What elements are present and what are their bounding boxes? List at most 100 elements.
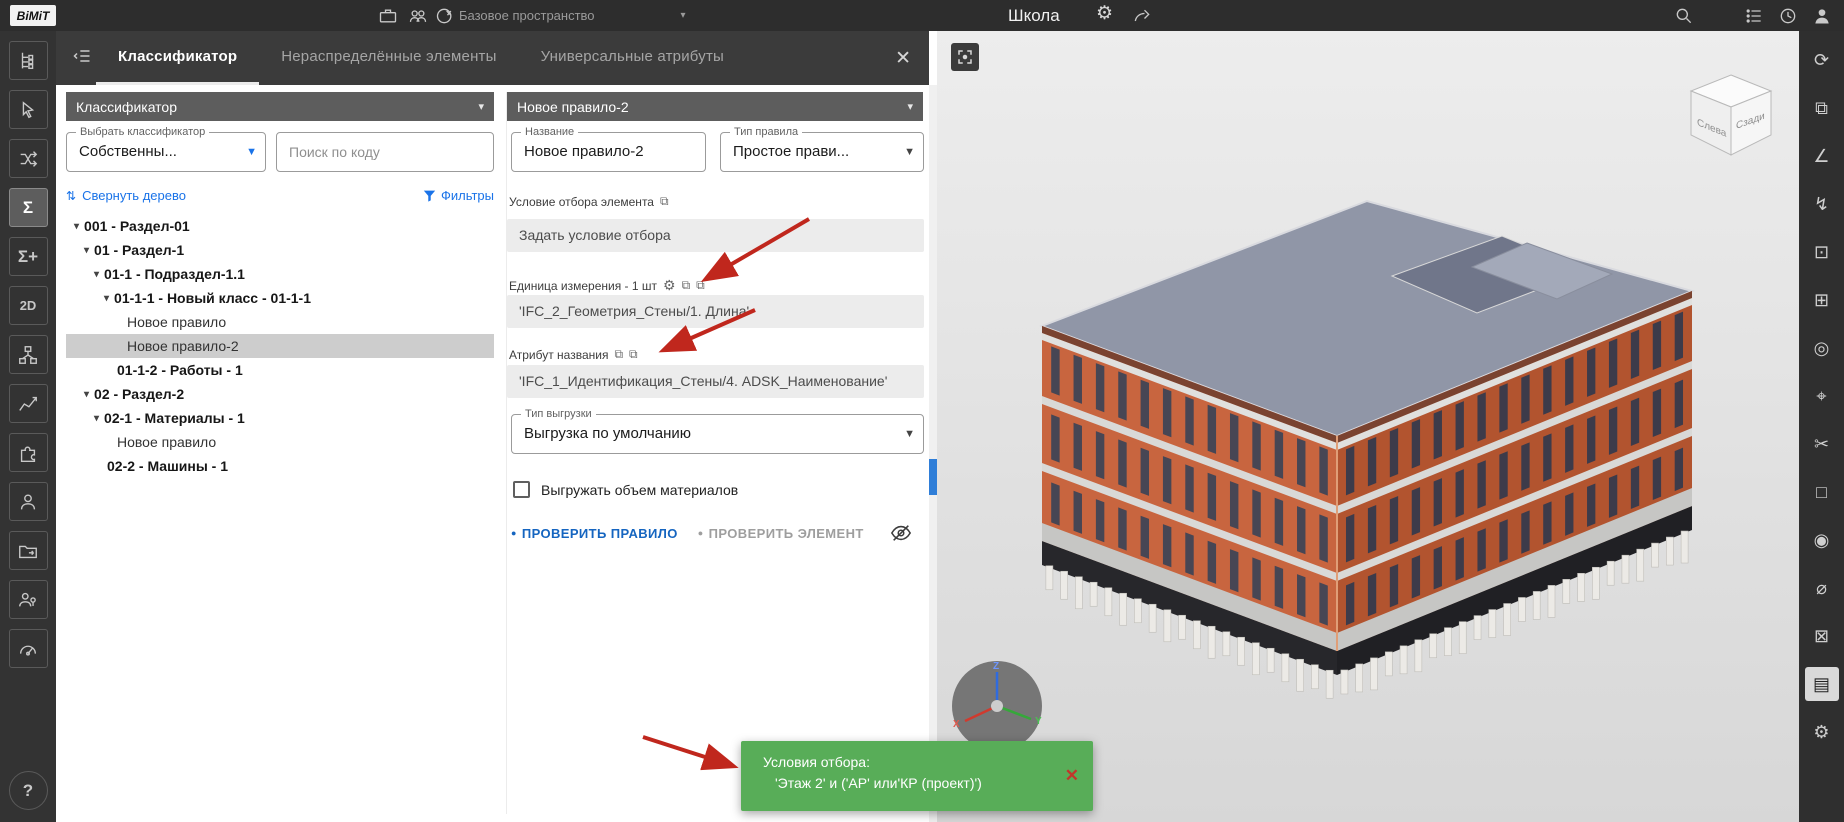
tree-item[interactable]: 02-2 - Машины - 1 [66, 454, 494, 478]
tool-bounds-icon[interactable]: □ [1805, 475, 1839, 509]
attribute-field[interactable]: 'IFC_1_Идентификация_Стены/4. ADSK_Наиме… [507, 365, 924, 398]
users-icon[interactable] [406, 4, 430, 28]
top-bar: BiMiT Базовое пространство ▾ Школа ⚙ [0, 0, 1844, 31]
filter-funnel-icon [423, 189, 436, 202]
paste-icon[interactable]: ⧉ [629, 347, 638, 362]
tool-show-icon[interactable]: ◉ [1805, 523, 1839, 557]
dashboard-gauge-icon[interactable] [9, 629, 48, 668]
menu-list-icon[interactable] [1742, 4, 1766, 28]
collapse-tree-button[interactable]: ⇅ Свернуть дерево [66, 188, 186, 203]
tool-clash-icon[interactable]: ↯ [1805, 187, 1839, 221]
tab-classifier[interactable]: Классификатор [96, 31, 259, 85]
classifier-sigma-icon[interactable]: Σ [9, 188, 48, 227]
copy-icon[interactable]: ⧉ [660, 194, 669, 209]
copy-icon[interactable]: ⧉ [682, 278, 691, 293]
tree-item-label: 01 - Раздел-1 [94, 242, 184, 258]
gear-icon[interactable]: ⚙ [663, 277, 676, 294]
tree-caret-icon[interactable]: ▾ [104, 293, 109, 304]
user-icon[interactable] [9, 482, 48, 521]
tool-orbit-icon[interactable]: ⟳ [1805, 43, 1839, 77]
edit-circle-icon[interactable] [433, 4, 457, 28]
navigation-gizmo[interactable]: Z X Y [949, 658, 1045, 754]
code-search-field[interactable] [276, 132, 494, 172]
tree-caret-icon[interactable]: ▾ [84, 245, 89, 256]
tool-section-box-icon[interactable]: ⊡ [1805, 235, 1839, 269]
tool-cut-icon[interactable]: ✂ [1805, 427, 1839, 461]
tree-caret-icon[interactable]: ▾ [94, 269, 99, 280]
plugins-icon[interactable] [9, 433, 48, 472]
tree-item[interactable]: Новое правило-2 [66, 334, 494, 358]
collapse-tree-label: Свернуть дерево [82, 188, 186, 203]
history-clock-icon[interactable] [1776, 4, 1800, 28]
tree-item[interactable]: ▾ 01 - Раздел-1 [66, 238, 494, 262]
view-cube[interactable]: Слева Сзади [1685, 69, 1777, 161]
viewport-3d[interactable]: Слева Сзади Z X Y [937, 31, 1799, 822]
tool-locate-icon[interactable]: ⌖ [1805, 379, 1839, 413]
collapse-panel-icon[interactable] [72, 46, 92, 71]
tool-storeys-icon[interactable]: ⊞ [1805, 283, 1839, 317]
tool-focus-icon[interactable]: ◎ [1805, 331, 1839, 365]
tool-hide-image-icon[interactable]: ⊠ [1805, 619, 1839, 653]
help-icon[interactable]: ? [9, 771, 48, 810]
rule-type-select[interactable]: Тип правила Простое прави... ▼ [720, 132, 924, 172]
tab-universal-attributes[interactable]: Универсальные атрибуты [519, 31, 746, 85]
toast-close-icon[interactable]: ✕ [1065, 766, 1079, 786]
tree-item[interactable]: ▾01-1-1 - Новый класс - 01-1-1 [66, 286, 494, 310]
tree-item-label: 02-1 - Материалы - 1 [104, 410, 245, 426]
search-icon[interactable] [1672, 4, 1696, 28]
analytics-icon[interactable] [9, 384, 48, 423]
tree-item[interactable]: Новое правило [66, 310, 494, 334]
check-rule-button[interactable]: ● ПРОВЕРИТЬ ПРАВИЛО [511, 526, 678, 541]
tree-item[interactable]: ▾ 02-1 - Материалы - 1 [66, 406, 494, 430]
tree-caret-icon[interactable]: ▾ [74, 221, 79, 232]
panel-scrollbar-thumb[interactable] [929, 459, 937, 495]
classifier-header[interactable]: Классификатор ▾ [66, 92, 494, 121]
panel-scrollbar-track[interactable] [929, 85, 937, 822]
briefcase-icon[interactable] [376, 4, 400, 28]
eye-off-icon[interactable] [889, 522, 913, 544]
team-location-icon[interactable] [9, 580, 48, 619]
tree-item[interactable]: ▾01-1 - Подраздел-1.1 [66, 262, 494, 286]
close-icon[interactable]: ✕ [895, 47, 911, 70]
rule-header-label: Новое правило-2 [517, 99, 629, 115]
tool-measure-icon[interactable]: ∠ [1805, 139, 1839, 173]
tool-hide-icon[interactable]: ⌀ [1805, 571, 1839, 605]
model-structure-icon[interactable] [9, 41, 48, 80]
share-icon[interactable] [1130, 4, 1154, 28]
tool-settings-icon[interactable]: ⚙ [1805, 715, 1839, 749]
hierarchy-icon[interactable] [9, 335, 48, 374]
tree-caret-icon[interactable]: ▾ [94, 413, 99, 424]
tool-walls-icon[interactable]: ▤ [1805, 667, 1839, 701]
check-element-button[interactable]: ● ПРОВЕРИТЬ ЭЛЕМЕНТ [698, 526, 864, 541]
tree-item-label: 02-2 - Машины - 1 [107, 458, 228, 474]
user-avatar-icon[interactable] [1810, 4, 1834, 28]
rule-name-field[interactable]: Название Новое правило-2 [511, 132, 706, 172]
export-folder-icon[interactable] [9, 531, 48, 570]
export-type-select[interactable]: Тип выгрузки Выгрузка по умолчанию ▼ [511, 414, 924, 454]
tree-item[interactable]: Новое правило [66, 430, 494, 454]
tree-item[interactable]: ▾001 - Раздел-01 [66, 214, 494, 238]
app-logo[interactable]: BiMiT [10, 5, 56, 26]
filters-button[interactable]: Фильтры [423, 188, 494, 203]
classifier-select[interactable]: Выбрать классификатор Собственны... ▼ [66, 132, 266, 172]
code-search-input[interactable] [277, 133, 493, 171]
2d-view-icon[interactable]: 2D [9, 286, 48, 325]
tree-item[interactable]: ▾02 - Раздел-2 [66, 382, 494, 406]
select-cursor-icon[interactable] [9, 90, 48, 129]
unit-field[interactable]: 'IFC_2_Геометрия_Стены/1. Длина' [507, 295, 924, 328]
screenshot-button[interactable] [951, 43, 979, 71]
project-settings-icon[interactable]: ⚙ [1096, 2, 1113, 25]
paste-icon[interactable]: ⧉ [696, 278, 705, 293]
condition-field[interactable]: Задать условие отбора [507, 219, 924, 252]
tool-layers-icon[interactable]: ⧉ [1805, 91, 1839, 125]
workspace-selector[interactable]: Базовое пространство ▾ [459, 0, 686, 31]
tree-caret-icon[interactable]: ▾ [84, 389, 89, 400]
tab-unallocated[interactable]: Нераспределённые элементы [259, 31, 518, 85]
copy-icon[interactable]: ⧉ [614, 347, 623, 362]
rule-header[interactable]: Новое правило-2 ▾ [507, 92, 923, 121]
sigma-add-icon[interactable]: Σ+ [9, 237, 48, 276]
relations-icon[interactable] [9, 139, 48, 178]
tree-item[interactable]: 01-1-2 - Работы - 1 [66, 358, 494, 382]
unit-label: Единица измерения - 1 шт [509, 279, 657, 293]
materials-checkbox[interactable] [513, 481, 530, 498]
